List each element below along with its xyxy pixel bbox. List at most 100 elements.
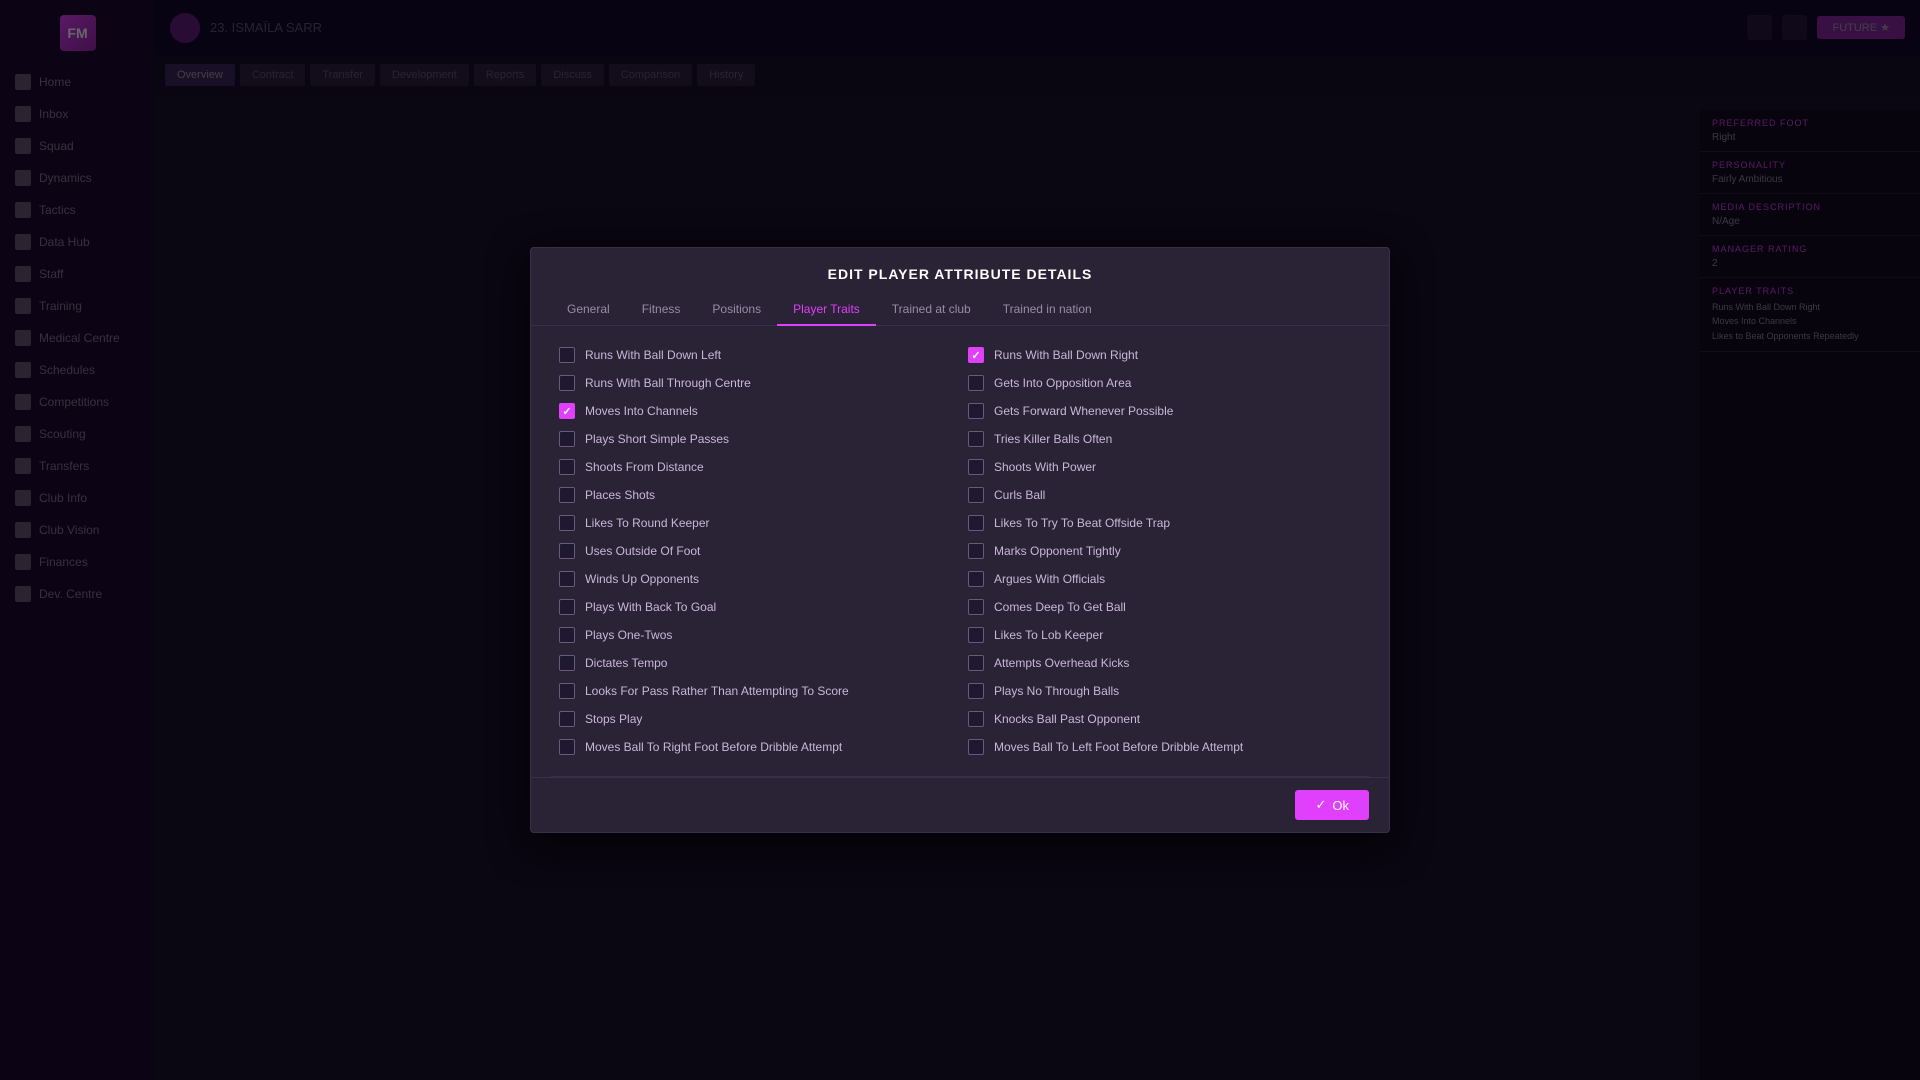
trait-label-11: Attempts Overhead Kicks [994, 656, 1129, 670]
trait-label-14: Moves Ball To Right Foot Before Dribble … [585, 740, 842, 754]
trait-item-6[interactable]: Likes To Round Keeper [551, 509, 960, 537]
trait-label-4: Shoots With Power [994, 460, 1096, 474]
edit-attribute-modal: EDIT PLAYER ATTRIBUTE DETAILS General Fi… [530, 247, 1390, 833]
trait-item-2[interactable]: Gets Forward Whenever Possible [960, 397, 1369, 425]
trait-label-9: Plays With Back To Goal [585, 600, 716, 614]
trait-label-3: Tries Killer Balls Often [994, 432, 1112, 446]
trait-label-1: Gets Into Opposition Area [994, 376, 1131, 390]
trait-item-4[interactable]: Shoots From Distance [551, 453, 960, 481]
trait-checkbox-1[interactable] [968, 375, 984, 391]
trait-label-10: Likes To Lob Keeper [994, 628, 1103, 642]
trait-item-0[interactable]: Runs With Ball Down Left [551, 341, 960, 369]
trait-item-4[interactable]: Shoots With Power [960, 453, 1369, 481]
trait-item-13[interactable]: Knocks Ball Past Opponent [960, 705, 1369, 733]
tab-trained-nation[interactable]: Trained in nation [987, 294, 1108, 326]
modal-title: EDIT PLAYER ATTRIBUTE DETAILS [531, 248, 1389, 294]
trait-checkbox-13[interactable] [968, 711, 984, 727]
trait-checkbox-2[interactable] [559, 403, 575, 419]
trait-item-5[interactable]: Places Shots [551, 481, 960, 509]
trait-checkbox-3[interactable] [559, 431, 575, 447]
trait-label-4: Shoots From Distance [585, 460, 704, 474]
trait-checkbox-14[interactable] [968, 739, 984, 755]
trait-checkbox-11[interactable] [968, 655, 984, 671]
trait-item-10[interactable]: Likes To Lob Keeper [960, 621, 1369, 649]
trait-checkbox-2[interactable] [968, 403, 984, 419]
trait-item-11[interactable]: Attempts Overhead Kicks [960, 649, 1369, 677]
trait-item-12[interactable]: Looks For Pass Rather Than Attempting To… [551, 677, 960, 705]
trait-item-8[interactable]: Argues With Officials [960, 565, 1369, 593]
trait-item-2[interactable]: Moves Into Channels [551, 397, 960, 425]
trait-checkbox-5[interactable] [968, 487, 984, 503]
trait-checkbox-7[interactable] [559, 543, 575, 559]
trait-checkbox-8[interactable] [559, 571, 575, 587]
trait-item-7[interactable]: Uses Outside Of Foot [551, 537, 960, 565]
trait-checkbox-8[interactable] [968, 571, 984, 587]
trait-label-12: Looks For Pass Rather Than Attempting To… [585, 684, 849, 698]
trait-label-11: Dictates Tempo [585, 656, 667, 670]
trait-checkbox-14[interactable] [559, 739, 575, 755]
trait-item-1[interactable]: Runs With Ball Through Centre [551, 369, 960, 397]
tab-player-traits[interactable]: Player Traits [777, 294, 876, 326]
trait-checkbox-0[interactable] [968, 347, 984, 363]
traits-left-column: Runs With Ball Down Left Runs With Ball T… [551, 341, 960, 761]
traits-content: Runs With Ball Down Left Runs With Ball T… [531, 326, 1389, 776]
trait-item-9[interactable]: Comes Deep To Get Ball [960, 593, 1369, 621]
traits-left-list: Runs With Ball Down Left Runs With Ball T… [551, 341, 960, 761]
trait-item-9[interactable]: Plays With Back To Goal [551, 593, 960, 621]
trait-checkbox-7[interactable] [968, 543, 984, 559]
trait-checkbox-3[interactable] [968, 431, 984, 447]
trait-label-1: Runs With Ball Through Centre [585, 376, 751, 390]
trait-checkbox-9[interactable] [559, 599, 575, 615]
trait-checkbox-12[interactable] [968, 683, 984, 699]
trait-checkbox-10[interactable] [559, 627, 575, 643]
traits-right-column: Runs With Ball Down Right Gets Into Oppos… [960, 341, 1369, 761]
trait-label-13: Knocks Ball Past Opponent [994, 712, 1140, 726]
trait-checkbox-12[interactable] [559, 683, 575, 699]
trait-item-7[interactable]: Marks Opponent Tightly [960, 537, 1369, 565]
trait-checkbox-5[interactable] [559, 487, 575, 503]
trait-item-3[interactable]: Plays Short Simple Passes [551, 425, 960, 453]
trait-item-14[interactable]: Moves Ball To Left Foot Before Dribble A… [960, 733, 1369, 761]
tab-positions[interactable]: Positions [696, 294, 777, 326]
trait-checkbox-1[interactable] [559, 375, 575, 391]
tab-general[interactable]: General [551, 294, 626, 326]
trait-label-0: Runs With Ball Down Left [585, 348, 721, 362]
trait-checkbox-10[interactable] [968, 627, 984, 643]
modal-tabs: General Fitness Positions Player Traits … [531, 294, 1389, 326]
trait-checkbox-4[interactable] [559, 459, 575, 475]
trait-label-10: Plays One-Twos [585, 628, 672, 642]
trait-checkbox-4[interactable] [968, 459, 984, 475]
modal-footer: ✓ Ok [531, 777, 1389, 832]
trait-item-5[interactable]: Curls Ball [960, 481, 1369, 509]
trait-item-1[interactable]: Gets Into Opposition Area [960, 369, 1369, 397]
tab-fitness[interactable]: Fitness [626, 294, 697, 326]
trait-item-3[interactable]: Tries Killer Balls Often [960, 425, 1369, 453]
trait-item-10[interactable]: Plays One-Twos [551, 621, 960, 649]
trait-checkbox-0[interactable] [559, 347, 575, 363]
trait-label-5: Curls Ball [994, 488, 1045, 502]
trait-item-6[interactable]: Likes To Try To Beat Offside Trap [960, 509, 1369, 537]
trait-item-14[interactable]: Moves Ball To Right Foot Before Dribble … [551, 733, 960, 761]
trait-label-7: Uses Outside Of Foot [585, 544, 700, 558]
trait-label-13: Stops Play [585, 712, 642, 726]
trait-label-2: Moves Into Channels [585, 404, 698, 418]
trait-label-5: Places Shots [585, 488, 655, 502]
trait-item-12[interactable]: Plays No Through Balls [960, 677, 1369, 705]
trait-item-11[interactable]: Dictates Tempo [551, 649, 960, 677]
trait-checkbox-11[interactable] [559, 655, 575, 671]
trait-item-0[interactable]: Runs With Ball Down Right [960, 341, 1369, 369]
tab-trained-club[interactable]: Trained at club [876, 294, 987, 326]
trait-checkbox-13[interactable] [559, 711, 575, 727]
trait-label-12: Plays No Through Balls [994, 684, 1119, 698]
trait-checkbox-6[interactable] [968, 515, 984, 531]
ok-button[interactable]: ✓ Ok [1295, 790, 1369, 820]
trait-label-3: Plays Short Simple Passes [585, 432, 729, 446]
trait-checkbox-6[interactable] [559, 515, 575, 531]
trait-item-13[interactable]: Stops Play [551, 705, 960, 733]
traits-right-list: Runs With Ball Down Right Gets Into Oppos… [960, 341, 1369, 761]
trait-item-8[interactable]: Winds Up Opponents [551, 565, 960, 593]
trait-label-8: Winds Up Opponents [585, 572, 699, 586]
trait-label-7: Marks Opponent Tightly [994, 544, 1121, 558]
trait-label-14: Moves Ball To Left Foot Before Dribble A… [994, 740, 1243, 754]
trait-checkbox-9[interactable] [968, 599, 984, 615]
